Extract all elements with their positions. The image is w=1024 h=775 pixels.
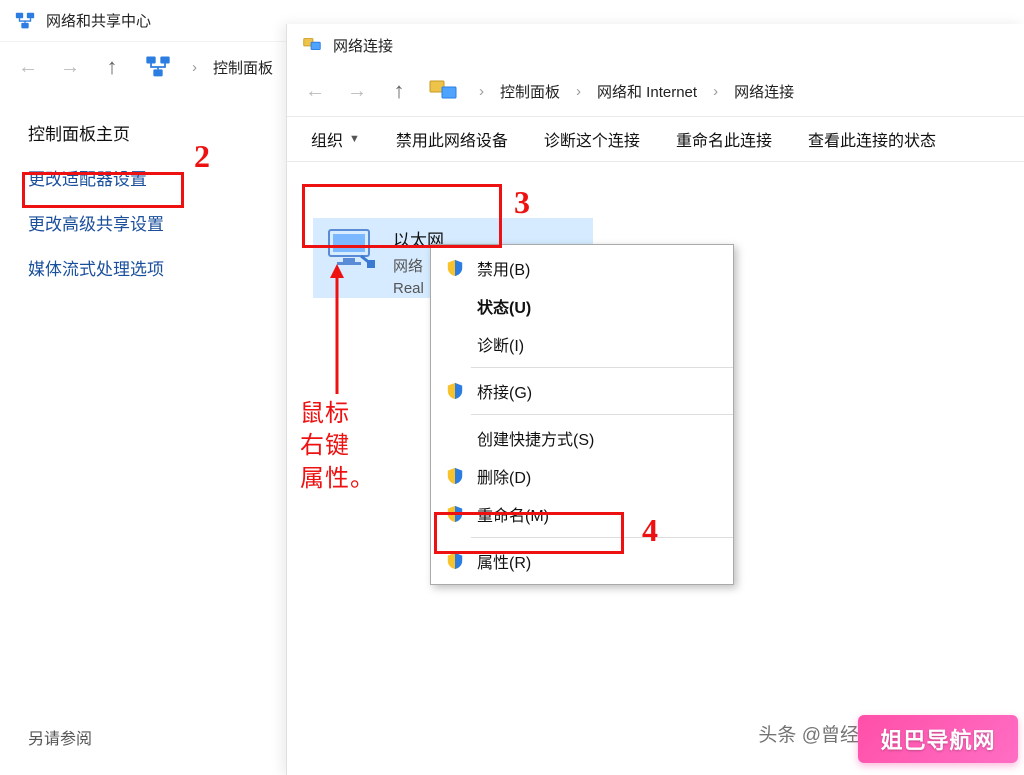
caret-down-icon: ▼ — [349, 133, 360, 145]
toolbar-disable-button[interactable]: 禁用此网络设备 — [396, 127, 508, 151]
adapter-context-menu: 禁用(B) 状态(U) 诊断(I) 桥接(G) 创建快捷方式(S) 删除(D) … — [430, 244, 734, 585]
chevron-right-icon: › — [711, 83, 720, 100]
menu-item-rename[interactable]: 重命名(M) — [431, 495, 733, 533]
menu-item-disable[interactable]: 禁用(B) — [431, 249, 733, 287]
toolbar-organize-label: 组织 — [311, 127, 343, 151]
front-nav-forward-icon[interactable]: → — [343, 77, 371, 105]
sidebar-link-home[interactable]: 控制面板主页 — [28, 120, 164, 145]
toolbar-diagnose-button[interactable]: 诊断这个连接 — [544, 127, 640, 151]
see-also-heading: 另请参阅 — [28, 725, 92, 749]
menu-item-diagnose[interactable]: 诊断(I) — [431, 325, 733, 363]
toolbar-organize-button[interactable]: 组织 ▼ — [311, 127, 360, 151]
front-nav-up-icon[interactable]: ↑ — [385, 77, 413, 105]
menu-item-status[interactable]: 状态(U) — [431, 287, 733, 325]
sidebar-link-adapter-settings[interactable]: 更改适配器设置 — [28, 165, 164, 190]
network-sharing-icon — [140, 49, 176, 85]
watermark-brand-badge: 姐巴导航网 — [858, 715, 1018, 763]
back-window-title: 网络和共享中心 — [46, 10, 151, 31]
back-nav-back-icon[interactable]: ← — [14, 53, 42, 81]
shield-icon — [445, 551, 465, 571]
menu-item-create-shortcut[interactable]: 创建快捷方式(S) — [431, 419, 733, 457]
toolbar-status-button[interactable]: 查看此连接的状态 — [808, 127, 936, 151]
toolbar-rename-button[interactable]: 重命名此连接 — [676, 127, 772, 151]
breadcrumb-control-panel[interactable]: 控制面板 — [213, 57, 273, 78]
front-window-title: 网络连接 — [333, 35, 393, 56]
front-toolbar: 组织 ▼ 禁用此网络设备 诊断这个连接 重命名此连接 查看此连接的状态 — [287, 116, 1024, 162]
menu-item-label: 诊断(I) — [477, 332, 524, 356]
menu-item-bridge[interactable]: 桥接(G) — [431, 372, 733, 410]
shield-icon — [445, 504, 465, 524]
front-navbar: ← → ↑ › 控制面板 › 网络和 Internet › 网络连接 — [287, 66, 1024, 116]
menu-item-properties[interactable]: 属性(R) — [431, 542, 733, 580]
menu-separator — [471, 414, 733, 415]
shield-icon — [445, 466, 465, 486]
chevron-right-icon: › — [477, 83, 486, 100]
sidebar-link-media-streaming[interactable]: 媒体流式处理选项 — [28, 255, 164, 280]
shield-icon — [445, 381, 465, 401]
back-nav-up-icon[interactable]: ↑ — [98, 53, 126, 81]
menu-item-label: 属性(R) — [477, 549, 531, 573]
chevron-right-icon: › — [574, 83, 583, 100]
menu-item-label: 桥接(G) — [477, 379, 532, 403]
watermark-brand-label: 姐巴导航网 — [880, 723, 995, 755]
front-nav-back-icon[interactable]: ← — [301, 77, 329, 105]
menu-separator — [471, 537, 733, 538]
breadcrumb-network-connections[interactable]: 网络连接 — [734, 81, 794, 102]
ethernet-adapter-icon — [323, 224, 379, 272]
menu-item-label: 创建快捷方式(S) — [477, 426, 594, 450]
sidebar-link-advanced-sharing[interactable]: 更改高级共享设置 — [28, 210, 164, 235]
front-titlebar: 网络连接 — [287, 24, 1024, 66]
menu-item-delete[interactable]: 删除(D) — [431, 457, 733, 495]
back-nav-forward-icon[interactable]: → — [56, 53, 84, 81]
breadcrumb-network-internet[interactable]: 网络和 Internet — [597, 81, 697, 102]
network-connections-nav-icon — [427, 73, 463, 109]
menu-separator — [471, 367, 733, 368]
network-connections-icon — [301, 34, 323, 56]
network-center-icon — [14, 10, 36, 32]
menu-item-label: 重命名(M) — [477, 502, 549, 526]
shield-icon — [445, 258, 465, 278]
chevron-right-icon: › — [190, 59, 199, 76]
menu-item-label: 状态(U) — [477, 294, 531, 318]
sidebar-links: 控制面板主页 更改适配器设置 更改高级共享设置 媒体流式处理选项 — [28, 120, 164, 280]
menu-item-label: 删除(D) — [477, 464, 531, 488]
menu-item-label: 禁用(B) — [477, 256, 530, 280]
breadcrumb-control-panel[interactable]: 控制面板 — [500, 81, 560, 102]
